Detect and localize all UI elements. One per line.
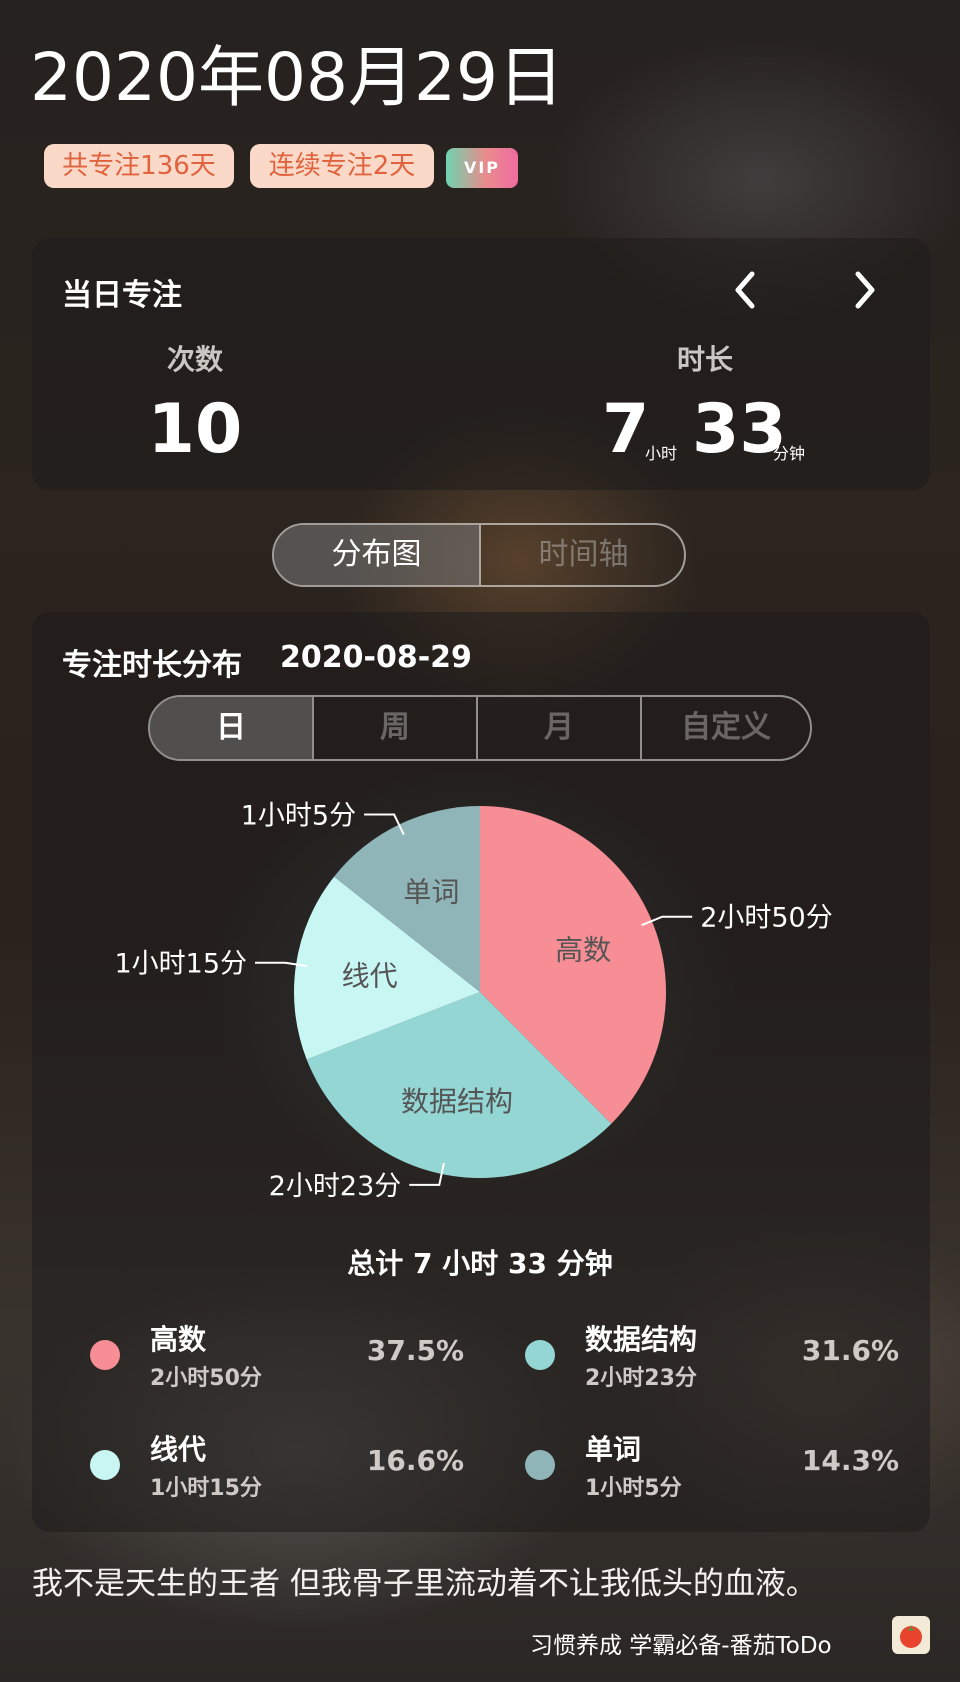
range-tab-week[interactable]: 周 (314, 697, 476, 759)
pie-duration-label: 2小时50分 (700, 903, 833, 934)
footer-slogan: 习惯养成 学霸必备-番茄ToDo (530, 1633, 832, 1659)
legend-duration: 1小时15分 (150, 1476, 262, 1501)
legend-name: 线代 (150, 1433, 207, 1466)
pie-slice-label: 单词 (403, 876, 459, 909)
tomato-icon-graphic (900, 1625, 922, 1648)
tab-timeline[interactable]: 时间轴 (481, 525, 684, 585)
legend-color-dot (90, 1340, 120, 1370)
legend-duration: 1小时5分 (585, 1476, 682, 1501)
pie-duration-label: 1小时15分 (114, 949, 247, 980)
range-toggle: 日 周 月 自定义 (148, 695, 812, 761)
day-focus-title: 当日专注 (62, 278, 182, 313)
vip-badge[interactable]: VIP (446, 148, 518, 188)
legend-percent: 31.6% (801, 1334, 899, 1367)
legend-percent: 37.5% (366, 1334, 464, 1367)
pie-slice-label: 高数 (555, 933, 611, 966)
pie-duration-label: 1小时5分 (241, 801, 356, 832)
legend-color-dot (90, 1450, 120, 1480)
tomato-icon (892, 1616, 930, 1654)
pie-slice-label: 数据结构 (401, 1085, 513, 1118)
pie-slice-label: 线代 (342, 959, 398, 992)
previous-day-button[interactable] (725, 268, 765, 312)
range-tab-month[interactable]: 月 (478, 697, 640, 759)
distribution-title: 专注时长分布 (62, 648, 242, 683)
legend-percent: 14.3% (801, 1444, 899, 1477)
motivational-quote: 我不是天生的王者 但我骨子里流动着不让我低头的血液。 (32, 1566, 817, 1602)
legend-name: 高数 (150, 1323, 207, 1356)
tab-distribution[interactable]: 分布图 (274, 525, 479, 585)
count-value: 10 (147, 390, 243, 469)
pie-duration-label: 2小时23分 (269, 1171, 402, 1200)
legend-name: 数据结构 (585, 1323, 698, 1356)
page-date: 2020年08月29日 (30, 39, 564, 116)
range-tab-custom[interactable]: 自定义 (642, 697, 810, 759)
range-tab-day[interactable]: 日 (150, 697, 312, 759)
legend-name: 单词 (585, 1433, 642, 1466)
legend-item[interactable]: 线代 1小时15分 16.6% (90, 1428, 464, 1518)
focus-pie-chart: 高数 2小时50分数据结构 2小时23分 线代 1小时15分 单词 1小时5分 (114, 801, 833, 1200)
next-day-button[interactable] (845, 268, 885, 312)
chevron-left-icon (735, 271, 755, 309)
legend-item[interactable]: 单词 1小时5分 14.3% (525, 1428, 899, 1518)
duration-hours-value: 7 (602, 390, 650, 469)
legend-item[interactable]: 数据结构 2小时23分 31.6% (525, 1318, 899, 1408)
streak-days-badge: 连续专注2天 (250, 144, 434, 188)
legend-duration: 2小时50分 (150, 1366, 262, 1391)
total-focus-days-badge: 共专注136天 (44, 144, 234, 188)
legend-color-dot (525, 1340, 555, 1370)
legend-color-dot (525, 1450, 555, 1480)
duration-label: 时长 (676, 343, 733, 376)
distribution-date: 2020-08-29 (280, 640, 472, 675)
legend-duration: 2小时23分 (585, 1366, 697, 1391)
total-duration: 总计 7 小时 33 分钟 (347, 1247, 613, 1280)
view-toggle: 分布图 时间轴 (272, 523, 686, 587)
duration-hours-unit: 小时 (645, 444, 678, 463)
count-label: 次数 (166, 343, 223, 376)
duration-minutes-unit: 分钟 (773, 444, 806, 463)
legend-item[interactable]: 高数 2小时50分 37.5% (90, 1318, 464, 1408)
legend-percent: 16.6% (366, 1444, 464, 1477)
chevron-right-icon (855, 271, 875, 309)
